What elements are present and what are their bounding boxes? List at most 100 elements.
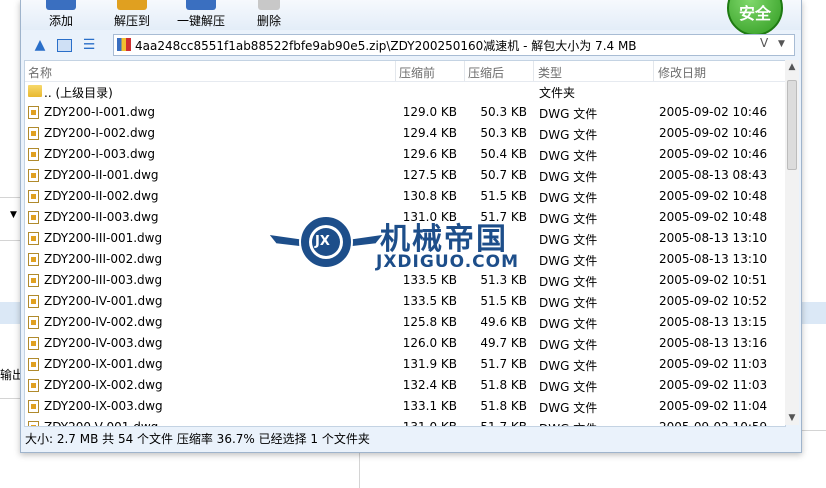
bg-selection-strip (800, 302, 826, 324)
one-click-extract-icon (186, 0, 216, 10)
table-row[interactable]: ZDY200-I-003.dwg 129.6 KB 50.4 KB DWG 文件 200… (25, 144, 785, 165)
table-row[interactable]: ZDY200-V-001.dwg 131.0 KB 51.7 KB DWG 文件 200… (25, 417, 785, 427)
row-name: ZDY200-IV-001.dwg (44, 294, 163, 308)
row-compressed-after: 51.3 KB (480, 273, 527, 287)
bg-output-label: 输出 (0, 368, 20, 382)
dwg-file-icon (28, 253, 39, 266)
list-header: 名称 压缩前 压缩后 类型 修改日期 (25, 61, 785, 82)
watermark-badge-text: JX (315, 234, 330, 249)
table-row[interactable]: ZDY200-I-001.dwg 129.0 KB 50.3 KB DWG 文件 200… (25, 102, 785, 123)
address-field[interactable]: 4aa248cc8551f1ab88522fbfe9ab90e5.zip\ZDY… (113, 34, 795, 56)
watermark: JX 机械帝国 JXDIGUO.COM (266, 210, 566, 274)
row-type: DWG 文件 (539, 401, 598, 415)
column-compressed-after[interactable]: 压缩后 (468, 64, 504, 81)
dwg-file-icon (28, 379, 39, 392)
one-click-extract-button[interactable]: 一键解压 (171, 0, 231, 30)
toolbar: 添加 解压到 一键解压 删除 安全 (21, 0, 801, 36)
table-row[interactable]: ZDY200-IV-002.dwg 125.8 KB 49.6 KB DWG 文件 20… (25, 312, 785, 333)
security-shield-icon[interactable]: 安全 (727, 0, 783, 36)
scroll-up-icon[interactable]: ▲ (785, 60, 799, 74)
table-row[interactable]: ZDY200-IX-003.dwg 133.1 KB 51.8 KB DWG 文件 20… (25, 396, 785, 417)
table-row[interactable]: ZDY200-IV-003.dwg 126.0 KB 49.7 KB DWG 文件 20… (25, 333, 785, 354)
row-name: ZDY200-I-002.dwg (44, 126, 156, 140)
table-row[interactable]: ZDY200-IX-001.dwg 131.9 KB 51.7 KB DWG 文件 20… (25, 354, 785, 375)
table-row[interactable]: ZDY200-IX-002.dwg 132.4 KB 51.8 KB DWG 文件 20… (25, 375, 785, 396)
column-modified-date[interactable]: 修改日期 (658, 64, 706, 81)
row-modified-date: 2005-09-02 11:04 (659, 399, 768, 413)
row-modified-date: 2005-08-13 13:16 (659, 336, 768, 350)
row-compressed-before: 129.0 KB (402, 105, 457, 119)
row-compressed-before: 133.5 KB (402, 273, 457, 287)
row-name: ZDY200-IV-003.dwg (44, 336, 163, 350)
table-row[interactable]: ZDY200-II-001.dwg 127.5 KB 50.7 KB DWG 文件 20… (25, 165, 785, 186)
row-compressed-after: 51.8 KB (480, 399, 527, 413)
add-button[interactable]: 添加 (39, 0, 83, 30)
watermark-url: JXDIGUO.COM (375, 251, 520, 273)
row-modified-date: 2005-09-02 11:03 (659, 357, 768, 371)
row-compressed-after: 51.5 KB (480, 294, 527, 308)
row-type: DWG 文件 (539, 359, 598, 373)
row-modified-date: 2005-09-02 11:03 (659, 378, 768, 392)
scroll-down-icon[interactable]: ▼ (785, 411, 799, 425)
row-name: ZDY200-I-003.dwg (44, 147, 156, 161)
row-compressed-before: 133.1 KB (402, 399, 457, 413)
row-compressed-after: 51.5 KB (480, 189, 527, 203)
extract-to-button[interactable]: 解压到 (107, 0, 157, 30)
column-type[interactable]: 类型 (538, 64, 562, 81)
column-name[interactable]: 名称 (28, 64, 52, 81)
dwg-file-icon (28, 211, 39, 224)
address-history-toggle[interactable]: V (760, 36, 768, 50)
parent-directory-row[interactable]: .. (上级目录) 文件夹 (25, 81, 785, 102)
row-compressed-before: 131.9 KB (402, 357, 457, 371)
row-modified-date: 2005-08-13 13:10 (659, 252, 768, 266)
row-name: ZDY200-III-003.dwg (44, 273, 163, 287)
row-modified-date: 2005-09-02 10:46 (659, 105, 768, 119)
chevron-down-icon[interactable]: ▼ (778, 39, 785, 49)
delete-button[interactable]: 删除 (247, 0, 291, 30)
up-arrow-icon[interactable]: ▲ (32, 37, 48, 53)
row-name: ZDY200-IV-002.dwg (44, 315, 163, 329)
row-modified-date: 2005-09-02 10:46 (659, 126, 768, 140)
row-type: DWG 文件 (539, 191, 598, 205)
row-compressed-before: 131.0 KB (402, 420, 457, 427)
column-compressed-before[interactable]: 压缩前 (399, 64, 435, 81)
row-compressed-after: 50.7 KB (480, 168, 527, 182)
row-compressed-before: 133.5 KB (402, 294, 457, 308)
row-name: .. (上级目录) (44, 86, 113, 100)
row-compressed-before: 125.8 KB (402, 315, 457, 329)
row-modified-date: 2005-09-02 10:52 (659, 294, 768, 308)
row-type: DWG 文件 (539, 338, 598, 352)
dwg-file-icon (28, 106, 39, 119)
row-compressed-after: 51.7 KB (480, 357, 527, 371)
address-path: 4aa248cc8551f1ab88522fbfe9ab90e5.zip\ZDY… (135, 39, 637, 53)
thumbnail-view-icon[interactable] (56, 37, 72, 53)
row-modified-date: 2005-08-13 13:10 (659, 231, 768, 245)
row-type: DWG 文件 (539, 317, 598, 331)
dwg-file-icon (28, 295, 39, 308)
list-view-icon[interactable]: ☰ (81, 37, 97, 53)
row-type: DWG 文件 (539, 420, 597, 426)
table-row[interactable]: ZDY200-IV-001.dwg 133.5 KB 51.5 KB DWG 文件 20… (25, 291, 785, 312)
row-type: DWG 文件 (539, 380, 598, 394)
dwg-file-icon (28, 274, 39, 287)
zip-archive-icon (117, 38, 131, 51)
dwg-file-icon (28, 148, 39, 161)
bg-divider (800, 430, 826, 431)
table-row[interactable]: ZDY200-I-002.dwg 129.4 KB 50.3 KB DWG 文件 200… (25, 123, 785, 144)
scrollbar-thumb[interactable] (787, 80, 797, 170)
row-type: DWG 文件 (539, 128, 598, 142)
table-row[interactable]: ZDY200-II-002.dwg 130.8 KB 51.5 KB DWG 文件 20… (25, 186, 785, 207)
row-type: DWG 文件 (539, 149, 598, 163)
row-name: ZDY200-IX-001.dwg (44, 357, 163, 371)
vertical-scrollbar[interactable]: ▲ ▼ (785, 60, 799, 425)
status-bar: 大小: 2.7 MB 共 54 个文件 压缩率 36.7% 已经选择 1 个文件… (25, 432, 370, 446)
dwg-file-icon (28, 316, 39, 329)
row-name: ZDY200-II-001.dwg (44, 168, 159, 182)
dwg-file-icon (28, 232, 39, 245)
row-compressed-after: 50.4 KB (480, 147, 527, 161)
folder-icon (28, 85, 42, 97)
dwg-file-icon (28, 400, 39, 413)
row-compressed-after: 49.7 KB (480, 336, 527, 350)
dwg-file-icon (28, 337, 39, 350)
bg-divider (0, 197, 20, 198)
